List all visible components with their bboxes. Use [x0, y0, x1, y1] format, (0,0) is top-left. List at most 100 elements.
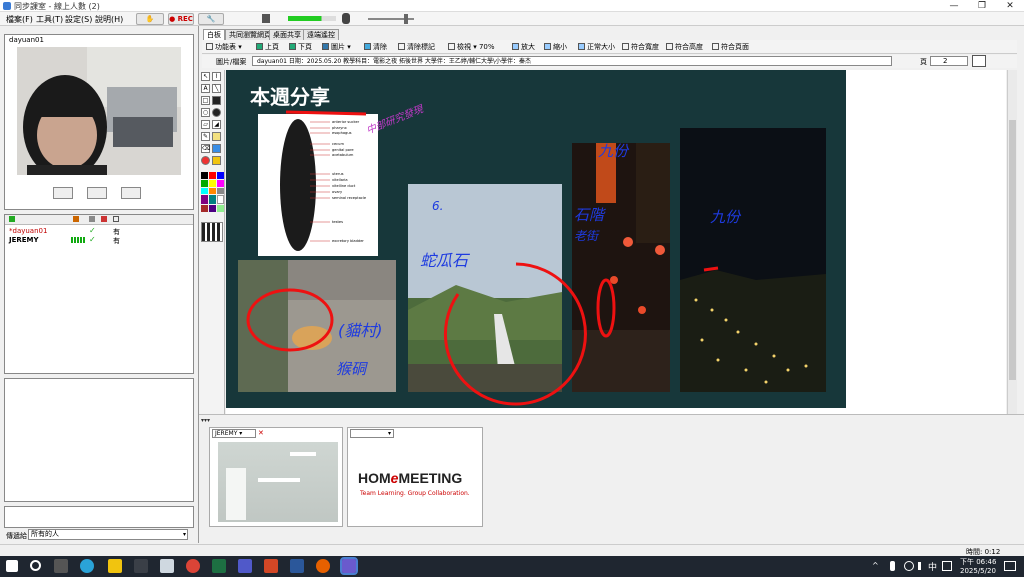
diagram-label: vitellaria [332, 178, 348, 182]
line-width-selector[interactable] [201, 222, 223, 242]
taskbar-date[interactable]: 2025/5/20 [960, 567, 996, 575]
rec-button[interactable]: ● REC [168, 13, 194, 25]
tab-remote-control[interactable]: 遠端遙控 [303, 29, 339, 40]
handwritten-note: 蛇瓜石 [420, 251, 471, 270]
microphone-icon[interactable] [342, 13, 350, 24]
firefox-icon[interactable] [316, 559, 330, 573]
video-layout-button[interactable] [87, 187, 107, 199]
chrome-icon[interactable] [186, 559, 200, 573]
video-user-select[interactable]: JEREMY ▾ [212, 429, 256, 438]
tray-chevron-icon[interactable]: ^ [872, 561, 879, 570]
select-arrow-icon[interactable]: ↖ [201, 72, 210, 81]
handwritten-note: 九份 [710, 208, 742, 226]
color-palette[interactable] [201, 172, 224, 212]
zoom-out-icon [544, 43, 551, 50]
fill-icon[interactable] [212, 144, 221, 153]
collapse-toggle[interactable]: ▾▾▾ [201, 417, 229, 425]
polygon-icon[interactable]: ▱ [201, 120, 210, 129]
tray-network-icon[interactable] [904, 561, 914, 571]
powerpoint-icon[interactable] [264, 559, 278, 573]
classroom-app-icon[interactable] [340, 557, 358, 575]
user-row-name[interactable]: *dayuan01 [9, 227, 47, 235]
chat-input[interactable] [4, 506, 194, 528]
ellipse-icon[interactable]: ○ [201, 108, 210, 117]
hand-tool-button[interactable]: ✋ [136, 13, 164, 25]
close-icon[interactable]: ✕ [258, 429, 264, 437]
ime-indicator[interactable]: 中 [928, 560, 937, 573]
excel-icon[interactable] [212, 559, 226, 573]
store-icon[interactable] [134, 559, 148, 573]
filled-ellipse-icon[interactable] [212, 108, 221, 117]
clear-mark-button[interactable]: 清除標記 [398, 42, 435, 52]
scrollbar-thumb[interactable] [1009, 120, 1016, 380]
fit-width-button[interactable]: 符合寬度 [622, 42, 659, 52]
windows-start-icon[interactable] [6, 560, 18, 572]
text-tool-icon[interactable]: A [201, 84, 210, 93]
close-button[interactable]: ✕ [996, 0, 1024, 12]
image-button[interactable]: 圖片 ▾ [322, 42, 351, 52]
menu-tools[interactable]: 工具(T) [36, 14, 63, 25]
pointer-icon[interactable] [201, 156, 210, 165]
highlighter-icon[interactable] [212, 132, 221, 141]
teams-icon[interactable] [238, 559, 252, 573]
filled-rectangle-icon[interactable] [212, 96, 221, 105]
sync-icon[interactable] [972, 55, 986, 67]
app-icon [3, 2, 11, 10]
filled-polygon-icon[interactable]: ◢ [212, 120, 221, 129]
lasso-icon[interactable]: ⌇ [212, 72, 221, 81]
notification-icon[interactable] [1004, 561, 1016, 571]
red-mark-annotation [703, 266, 719, 272]
audio-level-indicator [71, 237, 85, 243]
chat-recipient-select[interactable]: 所有的人 ▾ [28, 529, 188, 540]
chat-history[interactable] [4, 378, 194, 502]
tab-cobrowse[interactable]: 共同瀏覽網頁 [225, 29, 275, 40]
tab-whiteboard[interactable]: 白板 [203, 29, 225, 40]
tray-mic-icon[interactable] [890, 561, 895, 571]
mail-icon[interactable] [160, 559, 174, 573]
whiteboard-canvas[interactable]: 本週分享 anterior sucker pharynx esophagus c… [226, 70, 1006, 414]
tray-volume-icon[interactable] [918, 562, 926, 570]
speaker-icon[interactable] [262, 14, 270, 23]
diagram-label: cecum [332, 142, 344, 146]
fit-page-button[interactable]: 符合頁面 [712, 42, 749, 52]
next-page-button[interactable]: 下頁 [289, 42, 312, 52]
file-select[interactable]: dayuan01 日期：2025.05.20 教學科目：電影之夜 拓後世界 大學… [252, 56, 892, 66]
line-tool-icon[interactable]: ╲ [212, 84, 221, 93]
camera-settings-button[interactable] [53, 187, 73, 199]
minimize-button[interactable]: — [940, 0, 968, 12]
function-menu-button[interactable]: 功能表 ▾ [206, 42, 242, 52]
menu-settings[interactable]: 設定(S) [65, 14, 92, 25]
zoom-in-button[interactable]: 放大 [512, 42, 535, 52]
search-icon[interactable] [30, 560, 41, 571]
word-icon[interactable] [290, 559, 304, 573]
user-row-name[interactable]: JEREMY [9, 236, 39, 244]
task-view-icon[interactable] [54, 559, 68, 573]
view-zoom-select[interactable]: 檢視 ▾ 70% [448, 42, 495, 52]
fit-width-icon [622, 43, 629, 50]
rectangle-icon[interactable]: □ [201, 96, 210, 105]
pen-icon[interactable]: ✎ [201, 132, 210, 141]
taskbar-time[interactable]: 下午 06:46 [960, 557, 996, 567]
wrench-icon[interactable]: 🔧 [198, 13, 224, 25]
tab-desktop-share[interactable]: 桌面共享 [269, 29, 305, 40]
prev-page-button[interactable]: 上頁 [256, 42, 279, 52]
page-select[interactable]: 2 [930, 56, 968, 66]
stamp-icon[interactable] [212, 156, 221, 165]
menu-file[interactable]: 檔案(F) [6, 14, 33, 25]
clear-button[interactable]: 清除 [364, 42, 387, 52]
normal-size-button[interactable]: 正常大小 [578, 42, 615, 52]
snapshot-button[interactable] [121, 187, 141, 199]
maximize-button[interactable]: ❐ [968, 0, 996, 12]
eraser-icon[interactable]: ⌫ [201, 144, 210, 153]
handwritten-note: 猴硐 [336, 360, 368, 378]
menu-help[interactable]: 說明(H) [95, 14, 123, 25]
file-explorer-icon[interactable] [108, 559, 122, 573]
fit-height-button[interactable]: 符合高度 [666, 42, 703, 52]
edge-icon[interactable] [80, 559, 94, 573]
vertical-scrollbar[interactable] [1007, 70, 1017, 414]
zoom-out-button[interactable]: 縮小 [544, 42, 567, 52]
tray-app-icon[interactable] [942, 561, 952, 571]
path-bar: 圖片/檔案 dayuan01 日期：2025.05.20 教學科目：電影之夜 拓… [202, 55, 1017, 68]
slider-handle[interactable] [404, 14, 408, 24]
video-user-select[interactable]: ▾ [350, 429, 394, 438]
